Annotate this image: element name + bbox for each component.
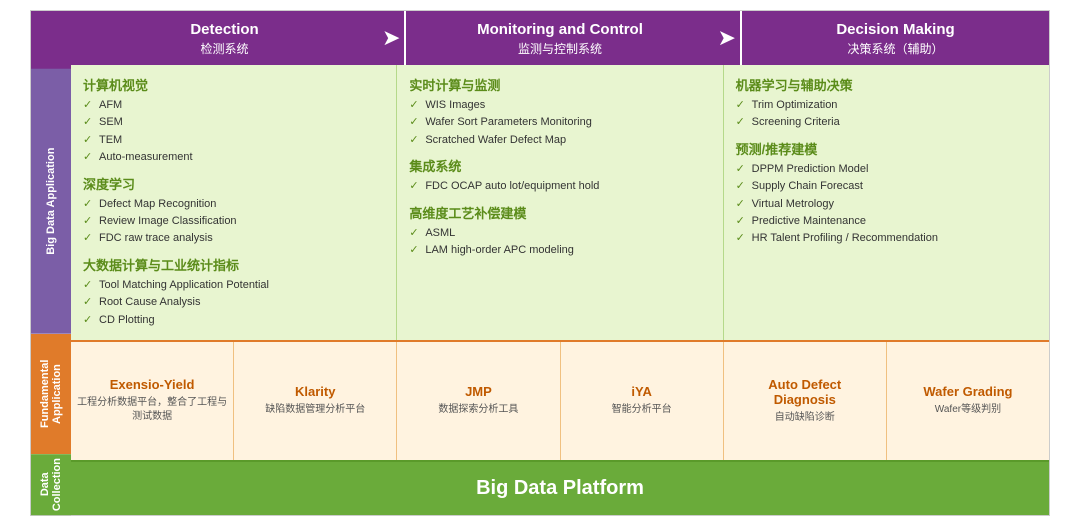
data-collection-row: Big Data Platform — [71, 460, 1049, 515]
row-label-fundamental: Fundamental Application — [31, 334, 71, 454]
col1-s3-item3: ✓CD Plotting — [83, 313, 384, 328]
header-decision-subtitle: 决策系统（辅助） — [750, 40, 1041, 57]
klarity-title: Klarity — [295, 384, 335, 399]
klarity-subtitle: 缺陷数据管理分析平台 — [265, 403, 365, 417]
col3-section2-title: 预测/推荐建模 — [736, 139, 1037, 158]
col1-s2-item3: ✓FDC raw trace analysis — [83, 231, 384, 246]
arrow-2: ➤ — [714, 11, 740, 65]
fundamental-cell-exensio: Exensio-Yield 工程分析数据平台，整合了工程与测试数据 — [71, 342, 233, 460]
col3-s2-item1: ✓DPPM Prediction Model — [736, 162, 1037, 177]
fundamental-cell-wafer-grading: Wafer Grading Wafer等级判别 — [886, 342, 1049, 460]
header-detection-subtitle: 检测系统 — [79, 40, 370, 57]
arrow-1: ➤ — [378, 11, 404, 65]
col1-s1-item4: ✓Auto-measurement — [83, 150, 384, 165]
header-label-spacer — [31, 11, 71, 69]
header-cell-decision: Decision Making 决策系统（辅助） — [740, 11, 1049, 65]
fundamental-cell-klarity: Klarity 缺陷数据管理分析平台 — [233, 342, 396, 460]
col2-s2-item1: ✓FDC OCAP auto lot/equipment hold — [409, 179, 710, 194]
content-area: Detection 检测系统 ➤ Monitoring and Control … — [71, 11, 1049, 515]
wafer-grading-subtitle: Wafer等级判别 — [935, 403, 1001, 417]
jmp-subtitle: 数据探索分析工具 — [438, 403, 518, 417]
col2-s3-item2: ✓LAM high-order APC modeling — [409, 243, 710, 258]
big-data-col-1: 计算机视觉 ✓AFM ✓SEM ✓TEM ✓Auto-measurement 深… — [71, 65, 396, 340]
col1-s2-item1: ✓Defect Map Recognition — [83, 197, 384, 212]
jmp-title: JMP — [465, 384, 492, 399]
header-cell-monitoring: Monitoring and Control 监测与控制系统 — [404, 11, 713, 65]
big-data-col-2: 实时计算与监测 ✓WIS Images ✓Wafer Sort Paramete… — [396, 65, 722, 340]
main-grid: Big Data Application Fundamental Applica… — [31, 11, 1049, 515]
main-container: Big Data Application Fundamental Applica… — [30, 10, 1050, 516]
auto-defect-subtitle: 自动缺陷诊断 — [775, 411, 835, 425]
col3-section1-title: 机器学习与辅助决策 — [736, 75, 1037, 94]
header-detection-title: Detection — [79, 21, 370, 38]
header-monitoring-title: Monitoring and Control — [414, 21, 705, 38]
fundamental-cell-auto-defect: Auto Defect Diagnosis 自动缺陷诊断 — [723, 342, 886, 460]
col3-s2-item2: ✓Supply Chain Forecast — [736, 179, 1037, 194]
header-decision-title: Decision Making — [750, 21, 1041, 38]
auto-defect-title: Auto Defect Diagnosis — [768, 377, 841, 407]
data-collection-text: Big Data Platform — [476, 477, 644, 500]
col3-s2-item5: ✓HR Talent Profiling / Recommendation — [736, 231, 1037, 246]
header-cell-detection: Detection 检测系统 — [71, 11, 378, 65]
col2-section1-title: 实时计算与监测 — [409, 75, 710, 94]
col1-s1-item3: ✓TEM — [83, 133, 384, 148]
col3-s1-item2: ✓Screening Criteria — [736, 115, 1037, 130]
col3-s1-item1: ✓Trim Optimization — [736, 98, 1037, 113]
col1-section2-title: 深度学习 — [83, 174, 384, 193]
col3-s2-item3: ✓Virtual Metrology — [736, 197, 1037, 212]
header-row: Detection 检测系统 ➤ Monitoring and Control … — [71, 11, 1049, 65]
iya-subtitle: 智能分析平台 — [612, 403, 672, 417]
row-labels: Big Data Application Fundamental Applica… — [31, 11, 71, 515]
col1-s3-item2: ✓Root Cause Analysis — [83, 295, 384, 310]
col1-s3-item1: ✓Tool Matching Application Potential — [83, 278, 384, 293]
col1-s1-item2: ✓SEM — [83, 115, 384, 130]
header-monitoring-subtitle: 监测与控制系统 — [414, 40, 705, 57]
col1-s2-item2: ✓Review Image Classification — [83, 214, 384, 229]
col2-section3-title: 高维度工艺补偿建模 — [409, 203, 710, 222]
col2-s1-item3: ✓Scratched Wafer Defect Map — [409, 133, 710, 148]
col2-s1-item2: ✓Wafer Sort Parameters Monitoring — [409, 115, 710, 130]
col2-section2-title: 集成系统 — [409, 156, 710, 175]
col1-section3-title: 大数据计算与工业统计指标 — [83, 255, 384, 274]
big-data-row: 计算机视觉 ✓AFM ✓SEM ✓TEM ✓Auto-measurement 深… — [71, 65, 1049, 340]
big-data-col-3: 机器学习与辅助决策 ✓Trim Optimization ✓Screening … — [723, 65, 1049, 340]
col1-s1-item1: ✓AFM — [83, 98, 384, 113]
fundamental-cell-iya: iYA 智能分析平台 — [560, 342, 723, 460]
exensio-title: Exensio-Yield — [110, 377, 195, 392]
col1-section1-title: 计算机视觉 — [83, 75, 384, 94]
col2-s3-item1: ✓ASML — [409, 226, 710, 241]
fundamental-row: Exensio-Yield 工程分析数据平台，整合了工程与测试数据 Klarit… — [71, 340, 1049, 460]
col2-s1-item1: ✓WIS Images — [409, 98, 710, 113]
row-label-data-collection: Data Collection — [31, 454, 71, 515]
iya-title: iYA — [631, 384, 651, 399]
row-label-big-data: Big Data Application — [31, 69, 71, 334]
wafer-grading-title: Wafer Grading — [923, 384, 1012, 399]
col3-s2-item4: ✓Predictive Maintenance — [736, 214, 1037, 229]
fundamental-cell-jmp: JMP 数据探索分析工具 — [396, 342, 559, 460]
exensio-subtitle: 工程分析数据平台，整合了工程与测试数据 — [77, 396, 227, 424]
